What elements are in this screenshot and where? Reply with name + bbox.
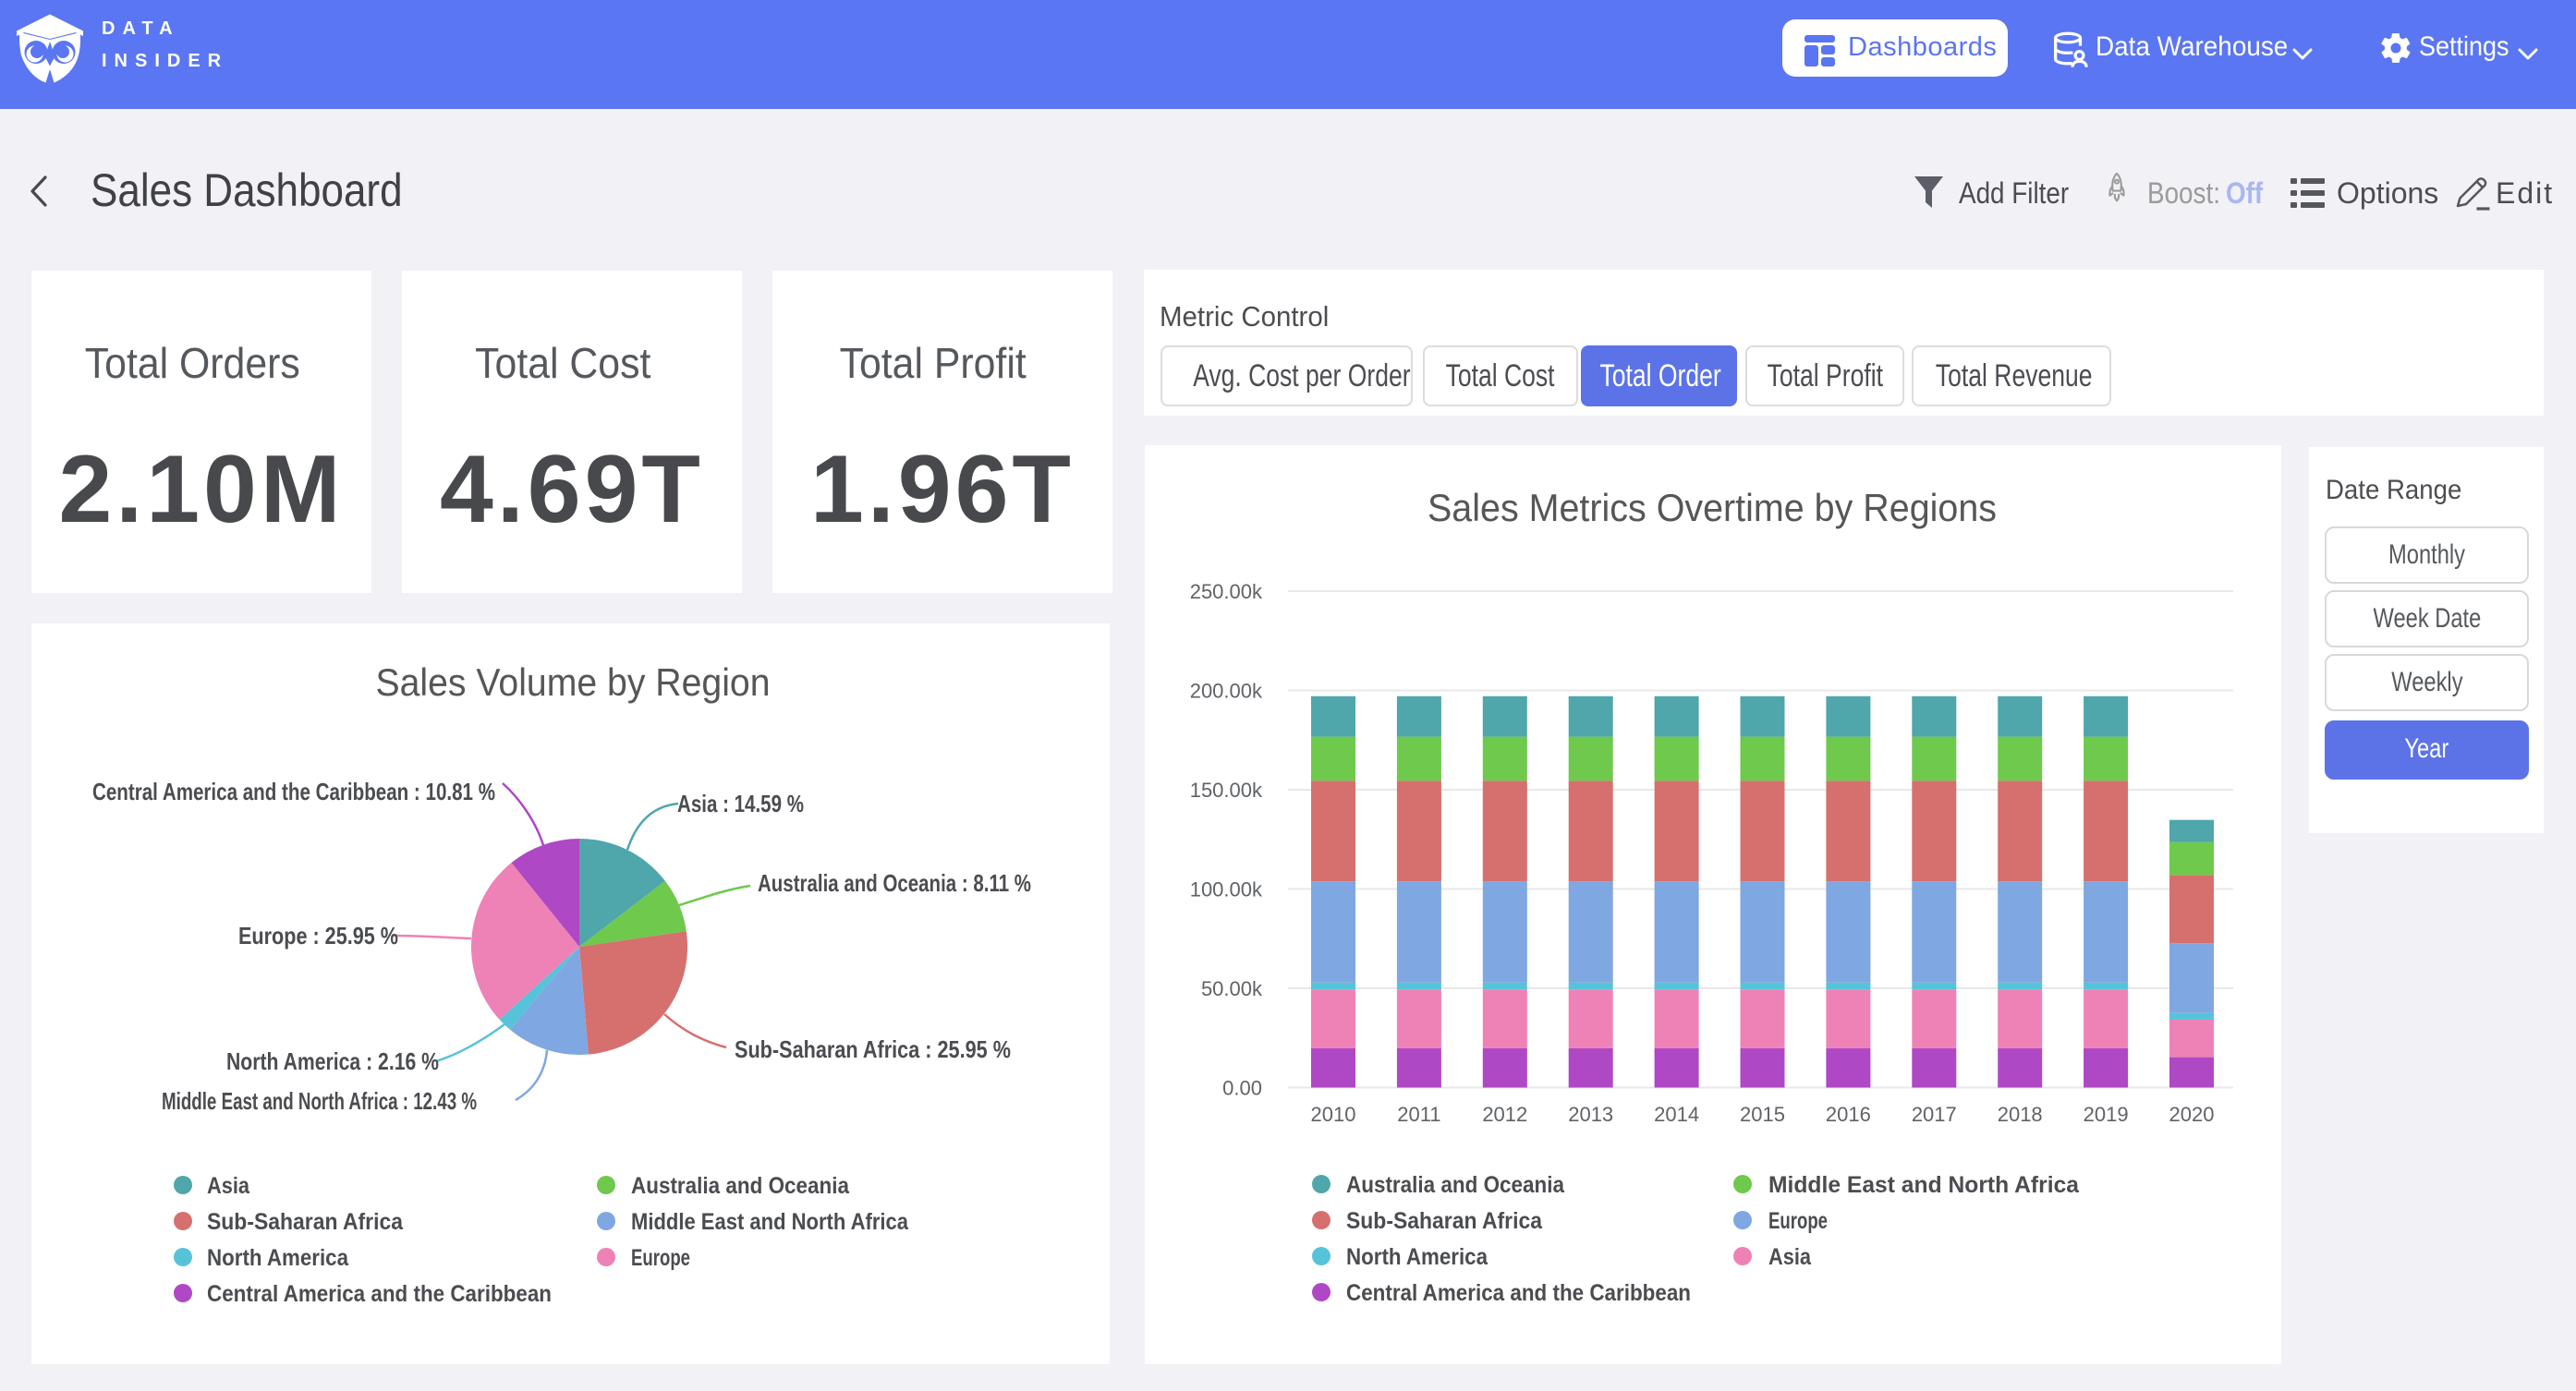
svg-text:Europe : 25.95 %: Europe : 25.95 % [238,922,398,950]
svg-text:Sub-Saharan Africa: Sub-Saharan Africa [207,1209,404,1235]
svg-text:Australia and Oceania: Australia and Oceania [631,1173,850,1199]
svg-text:Asia: Asia [207,1173,250,1199]
svg-text:250.00k: 250.00k [1190,580,1263,603]
svg-text:Sub-Saharan Africa : 25.95 %: Sub-Saharan Africa : 25.95 % [735,1035,1011,1063]
svg-text:Sales Volume by Region: Sales Volume by Region [376,660,771,704]
svg-text:Asia : 14.59 %: Asia : 14.59 % [677,790,804,817]
svg-text:Asia: Asia [1768,1244,1812,1270]
svg-text:North America: North America [207,1245,349,1271]
svg-text:2019: 2019 [2084,1103,2129,1126]
svg-text:150.00k: 150.00k [1190,779,1263,802]
svg-text:100.00k: 100.00k [1190,878,1263,901]
svg-text:2013: 2013 [1568,1103,1613,1126]
svg-text:2015: 2015 [1740,1103,1785,1126]
svg-text:Central America and the Caribb: Central America and the Caribbean : 10.8… [92,778,495,805]
svg-text:2017: 2017 [1912,1103,1957,1126]
svg-text:2016: 2016 [1826,1103,1871,1126]
svg-text:2010: 2010 [1311,1103,1356,1126]
svg-text:2014: 2014 [1654,1103,1699,1126]
svg-text:2012: 2012 [1482,1103,1527,1126]
svg-text:Sales Metrics Overtime by Regi: Sales Metrics Overtime by Regions [1428,486,1997,529]
svg-text:Middle East and North Africa: Middle East and North Africa [1768,1172,2080,1198]
svg-text:2020: 2020 [2169,1103,2215,1126]
svg-text:Middle East and North Africa: Middle East and North Africa [631,1209,909,1235]
svg-text:50.00k: 50.00k [1201,977,1263,1000]
svg-text:Sub-Saharan Africa: Sub-Saharan Africa [1346,1208,1543,1234]
svg-text:Australia and Oceania: Australia and Oceania [1346,1172,1565,1198]
svg-text:Australia and Oceania : 8.11 %: Australia and Oceania : 8.11 % [758,869,1031,897]
svg-text:North America : 2.16 %: North America : 2.16 % [226,1047,439,1075]
svg-text:2018: 2018 [1998,1103,2043,1126]
svg-text:Middle East and North Africa :: Middle East and North Africa : 12.43 % [162,1087,477,1115]
svg-text:2011: 2011 [1397,1103,1440,1126]
svg-text:200.00k: 200.00k [1190,680,1263,703]
svg-text:Central America and the Caribb: Central America and the Caribbean [1346,1280,1691,1306]
svg-text:Europe: Europe [1768,1208,1828,1234]
svg-text:0.00: 0.00 [1222,1077,1262,1100]
svg-text:Europe: Europe [631,1245,690,1271]
svg-text:North America: North America [1346,1244,1488,1270]
svg-text:Central America and the Caribb: Central America and the Caribbean [207,1281,552,1307]
